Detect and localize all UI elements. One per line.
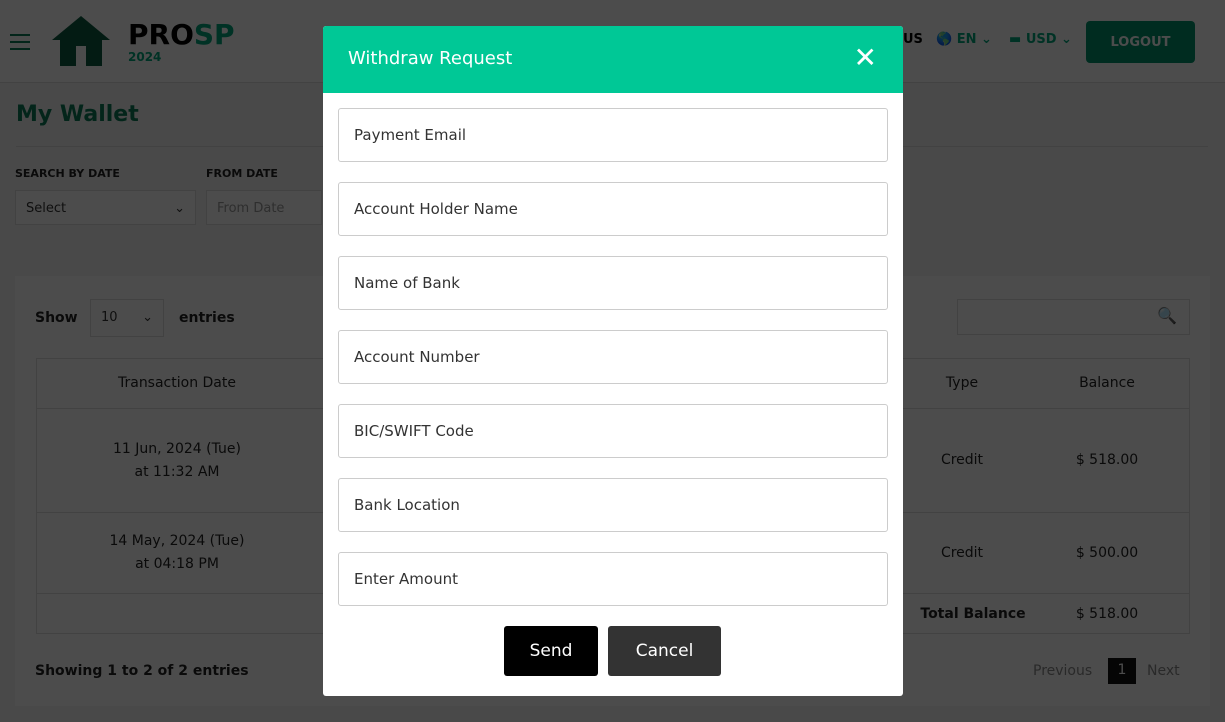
- entries-label: entries: [179, 310, 235, 326]
- from-date-label: FROM DATE: [206, 167, 278, 180]
- payment-email-input[interactable]: [338, 108, 888, 162]
- row-date: 11 Jun, 2024 (Tue): [113, 441, 241, 457]
- row-balance: $ 500.00: [1075, 545, 1139, 561]
- previous-button[interactable]: Previous: [1033, 663, 1092, 679]
- logo-text: PROSP: [128, 18, 235, 51]
- menu-icon[interactable]: [10, 34, 30, 50]
- bank-location-input[interactable]: [338, 478, 888, 532]
- currency-select[interactable]: ▬ USD ⌄: [1009, 32, 1072, 47]
- language-select[interactable]: 🌎 EN ⌄: [936, 32, 992, 47]
- search-by-date-label: SEARCH BY DATE: [15, 167, 120, 180]
- next-button[interactable]: Next: [1147, 663, 1180, 679]
- row-time: at 11:32 AM: [134, 464, 220, 480]
- send-button[interactable]: Send: [504, 626, 598, 676]
- table-info: Showing 1 to 2 of 2 entries: [35, 663, 249, 679]
- row-type: Credit: [940, 452, 984, 468]
- entries-select[interactable]: 10 ⌄: [90, 299, 164, 337]
- close-icon[interactable]: ✕: [854, 44, 877, 72]
- row-date: 14 May, 2024 (Tue): [109, 533, 245, 549]
- page-title: My Wallet: [16, 102, 139, 127]
- logo-house-icon: [52, 16, 110, 66]
- bank-name-input[interactable]: [338, 256, 888, 310]
- withdraw-request-modal: Withdraw Request ✕ Send Cancel: [323, 26, 903, 696]
- swift-code-input[interactable]: [338, 404, 888, 458]
- show-label: Show: [35, 310, 78, 326]
- total-label: Total Balance: [920, 606, 1026, 622]
- modal-title: Withdraw Request: [348, 48, 513, 69]
- header-type[interactable]: Type: [917, 375, 1007, 391]
- logo-year: 2024: [128, 50, 162, 64]
- chevron-down-icon: ⌄: [174, 201, 185, 216]
- header-balance[interactable]: Balance: [1057, 375, 1157, 391]
- search-input[interactable]: 🔍: [957, 299, 1190, 335]
- row-type: Credit: [940, 545, 984, 561]
- account-number-input[interactable]: [338, 330, 888, 384]
- total-value: $ 518.00: [1075, 606, 1139, 622]
- nav-link-contact[interactable]: US: [903, 32, 923, 47]
- header-date[interactable]: Transaction Date: [77, 375, 277, 391]
- page-1-button[interactable]: 1: [1108, 658, 1136, 684]
- logout-button[interactable]: LOGOUT: [1086, 21, 1195, 63]
- row-time: at 04:18 PM: [135, 556, 219, 572]
- account-holder-name-input[interactable]: [338, 182, 888, 236]
- search-by-date-select[interactable]: Select ⌄: [15, 190, 196, 225]
- modal-header: Withdraw Request ✕: [323, 26, 903, 93]
- search-icon: 🔍: [1157, 306, 1177, 325]
- from-date-input[interactable]: From Date: [206, 190, 322, 225]
- amount-input[interactable]: [338, 552, 888, 606]
- cancel-button[interactable]: Cancel: [608, 626, 721, 676]
- row-balance: $ 518.00: [1075, 452, 1139, 468]
